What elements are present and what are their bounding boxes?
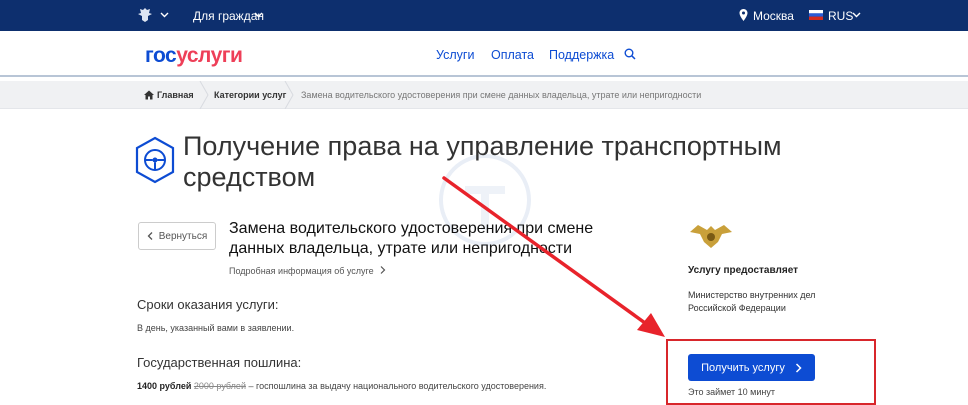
russian-flag-icon: [809, 10, 823, 20]
location-pin-icon: [739, 9, 748, 21]
chevron-down-icon[interactable]: [852, 10, 861, 19]
chevron-down-icon[interactable]: [254, 10, 263, 19]
provider-name: Министерство внутренних дел Российской Ф…: [688, 290, 816, 313]
language-select[interactable]: RUS: [828, 9, 853, 23]
breadcrumb-categories[interactable]: Категории услуг: [214, 90, 286, 100]
search-icon[interactable]: [624, 48, 636, 60]
provider-heading: Услугу предоставляет: [688, 265, 799, 276]
top-bar: Для граждан Москва RUS: [0, 0, 968, 31]
fee-line: 1400 рублей 2000 рублей – госпошлина за …: [137, 381, 546, 391]
breadcrumb-home[interactable]: Главная: [157, 90, 194, 100]
chevron-right-icon: [795, 362, 802, 373]
chevron-right-icon: [380, 266, 386, 274]
fee-heading: Государственная пошлина:: [137, 355, 302, 370]
chevron-left-icon: [147, 232, 153, 240]
coat-of-arms-icon[interactable]: [136, 6, 154, 24]
nav-services[interactable]: Услуги: [436, 48, 474, 62]
breadcrumb-separator: [199, 81, 209, 109]
service-title: Замена водительского удостоверения при с…: [229, 220, 594, 257]
fee-price: 1400 рублей: [137, 381, 192, 391]
fee-old-price: 2000 рублей: [193, 381, 246, 391]
breadcrumb: Главная Категории услуг Замена водительс…: [0, 81, 968, 109]
fee-text: – госпошлина за выдачу национального вод…: [248, 381, 547, 391]
terms-text: В день, указанный вами в заявлении.: [137, 323, 295, 333]
home-icon[interactable]: [144, 90, 154, 100]
breadcrumb-current: Замена водительского удостоверения при с…: [301, 90, 702, 100]
get-service-label: Получить услугу: [701, 361, 785, 374]
gosuslugi-logo[interactable]: госуслуги: [145, 44, 243, 68]
nav-payment[interactable]: Оплата: [491, 48, 534, 62]
mvd-emblem-icon: [690, 225, 732, 248]
chevron-down-icon[interactable]: [160, 10, 169, 19]
site-header: госуслуги Услуги Оплата Поддержка: [0, 31, 968, 77]
back-button-label: Вернуться: [158, 230, 208, 242]
back-button[interactable]: Вернуться: [138, 222, 216, 250]
steering-wheel-icon: [135, 136, 175, 184]
location-link[interactable]: Москва: [753, 9, 794, 23]
duration-note: Это займет 10 минут: [688, 387, 775, 397]
get-service-button[interactable]: Получить услугу: [688, 354, 815, 381]
more-info-link[interactable]: Подробная информация об услуге: [229, 266, 386, 276]
nav-support[interactable]: Поддержка: [549, 48, 614, 62]
terms-heading: Сроки оказания услуги:: [137, 297, 279, 312]
more-info-label: Подробная информация об услуге: [229, 266, 374, 276]
page-title: Получение права на управление транспортн…: [183, 131, 782, 192]
breadcrumb-separator: [284, 81, 294, 109]
